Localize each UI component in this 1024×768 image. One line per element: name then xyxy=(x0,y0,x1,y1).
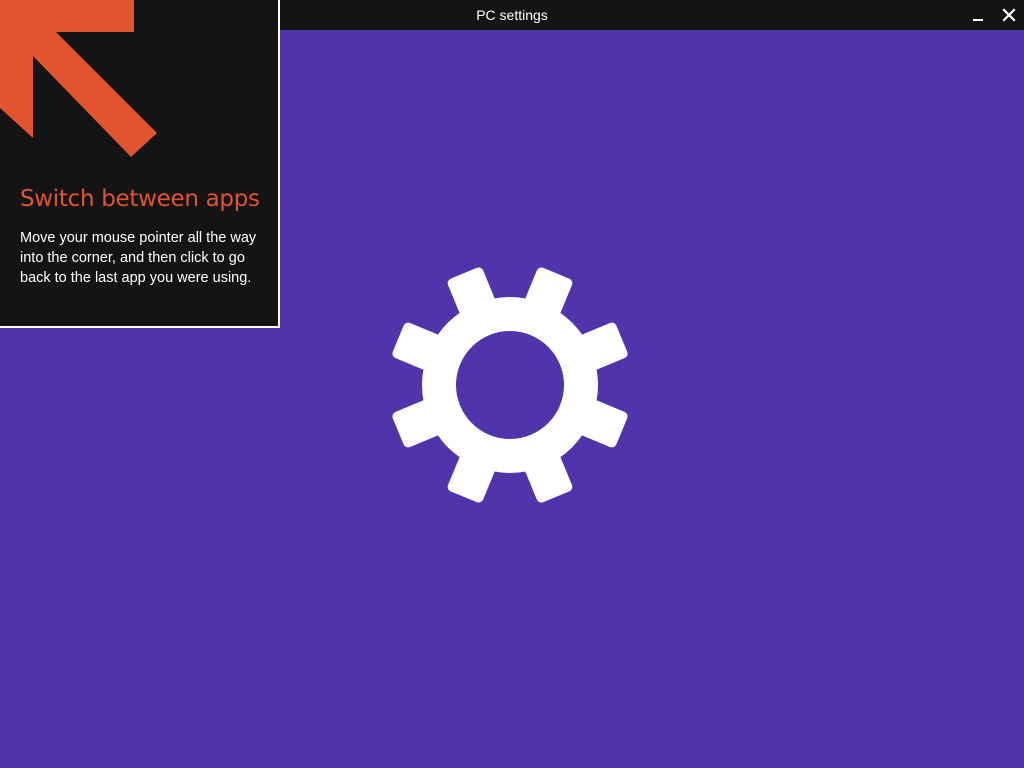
minimize-button[interactable] xyxy=(964,0,994,30)
gear-icon xyxy=(392,267,628,503)
tip-title: Switch between apps xyxy=(20,186,260,212)
minimize-icon xyxy=(973,19,983,21)
screen: PC settings Switch between apps Move you… xyxy=(0,0,1024,768)
close-button[interactable] xyxy=(994,0,1024,30)
tip-panel: Switch between apps Move your mouse poin… xyxy=(0,0,280,328)
tip-body: Move your mouse pointer all the way into… xyxy=(20,230,257,286)
close-icon xyxy=(1002,8,1016,22)
arrow-up-left-icon xyxy=(0,0,157,157)
